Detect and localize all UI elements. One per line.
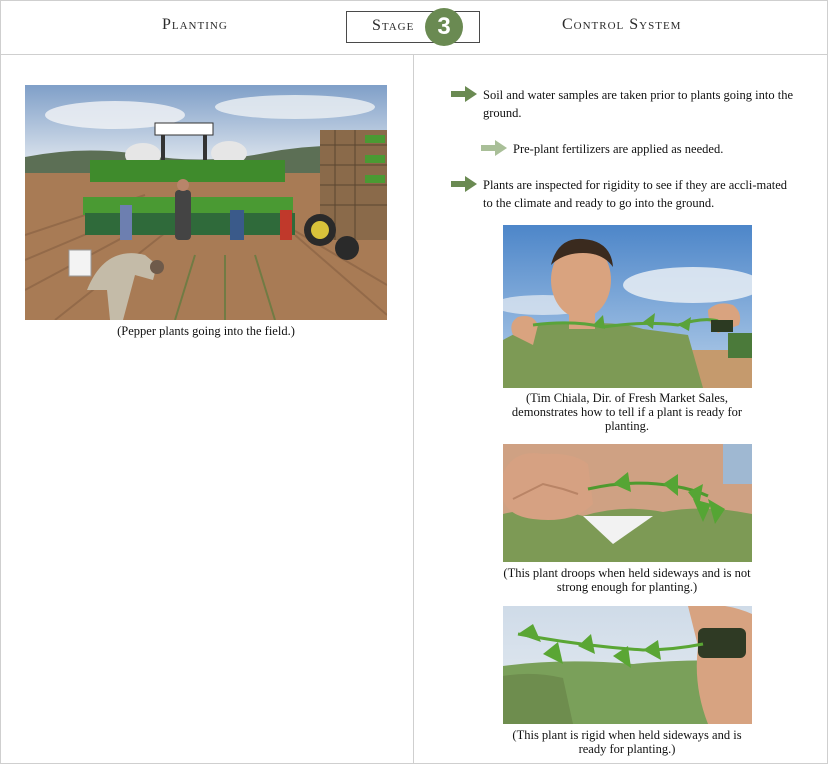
rigid-plant-photo <box>503 606 752 724</box>
bullet-fertilizers: Pre-plant fertilizers are applied as nee… <box>513 142 724 156</box>
control-system-title: Control System <box>562 16 682 33</box>
bullet-rigidity: Plants are inspected for rigidity to see… <box>483 178 788 210</box>
stage-indicator: Stage 3 <box>346 8 480 46</box>
bullet-soil-water: Soil and water samples are taken prior t… <box>483 88 793 120</box>
drooping-plant-caption: (This plant droops when held sideways an… <box>503 566 751 594</box>
dark-green-arrow-icon <box>451 176 477 192</box>
planting-title: Planting <box>162 16 228 33</box>
dark-green-arrow-icon <box>451 86 477 102</box>
stage-label: Stage <box>372 17 415 34</box>
tim-chiala-photo <box>503 225 752 388</box>
pepper-planting-photo <box>25 85 387 320</box>
drooping-plant-photo <box>503 444 752 562</box>
pepper-photo-caption: (Pepper plants going into the field.) <box>117 324 295 338</box>
stage-number-badge: 3 <box>425 8 463 46</box>
tim-chiala-caption: (Tim Chiala, Dir. of Fresh Market Sales,… <box>511 391 743 433</box>
rigid-plant-caption: (This plant is rigid when held sideways … <box>512 728 742 756</box>
page-header: Planting Stage 3 Control System <box>0 0 828 55</box>
light-green-arrow-icon <box>481 140 507 156</box>
column-divider <box>413 55 414 764</box>
